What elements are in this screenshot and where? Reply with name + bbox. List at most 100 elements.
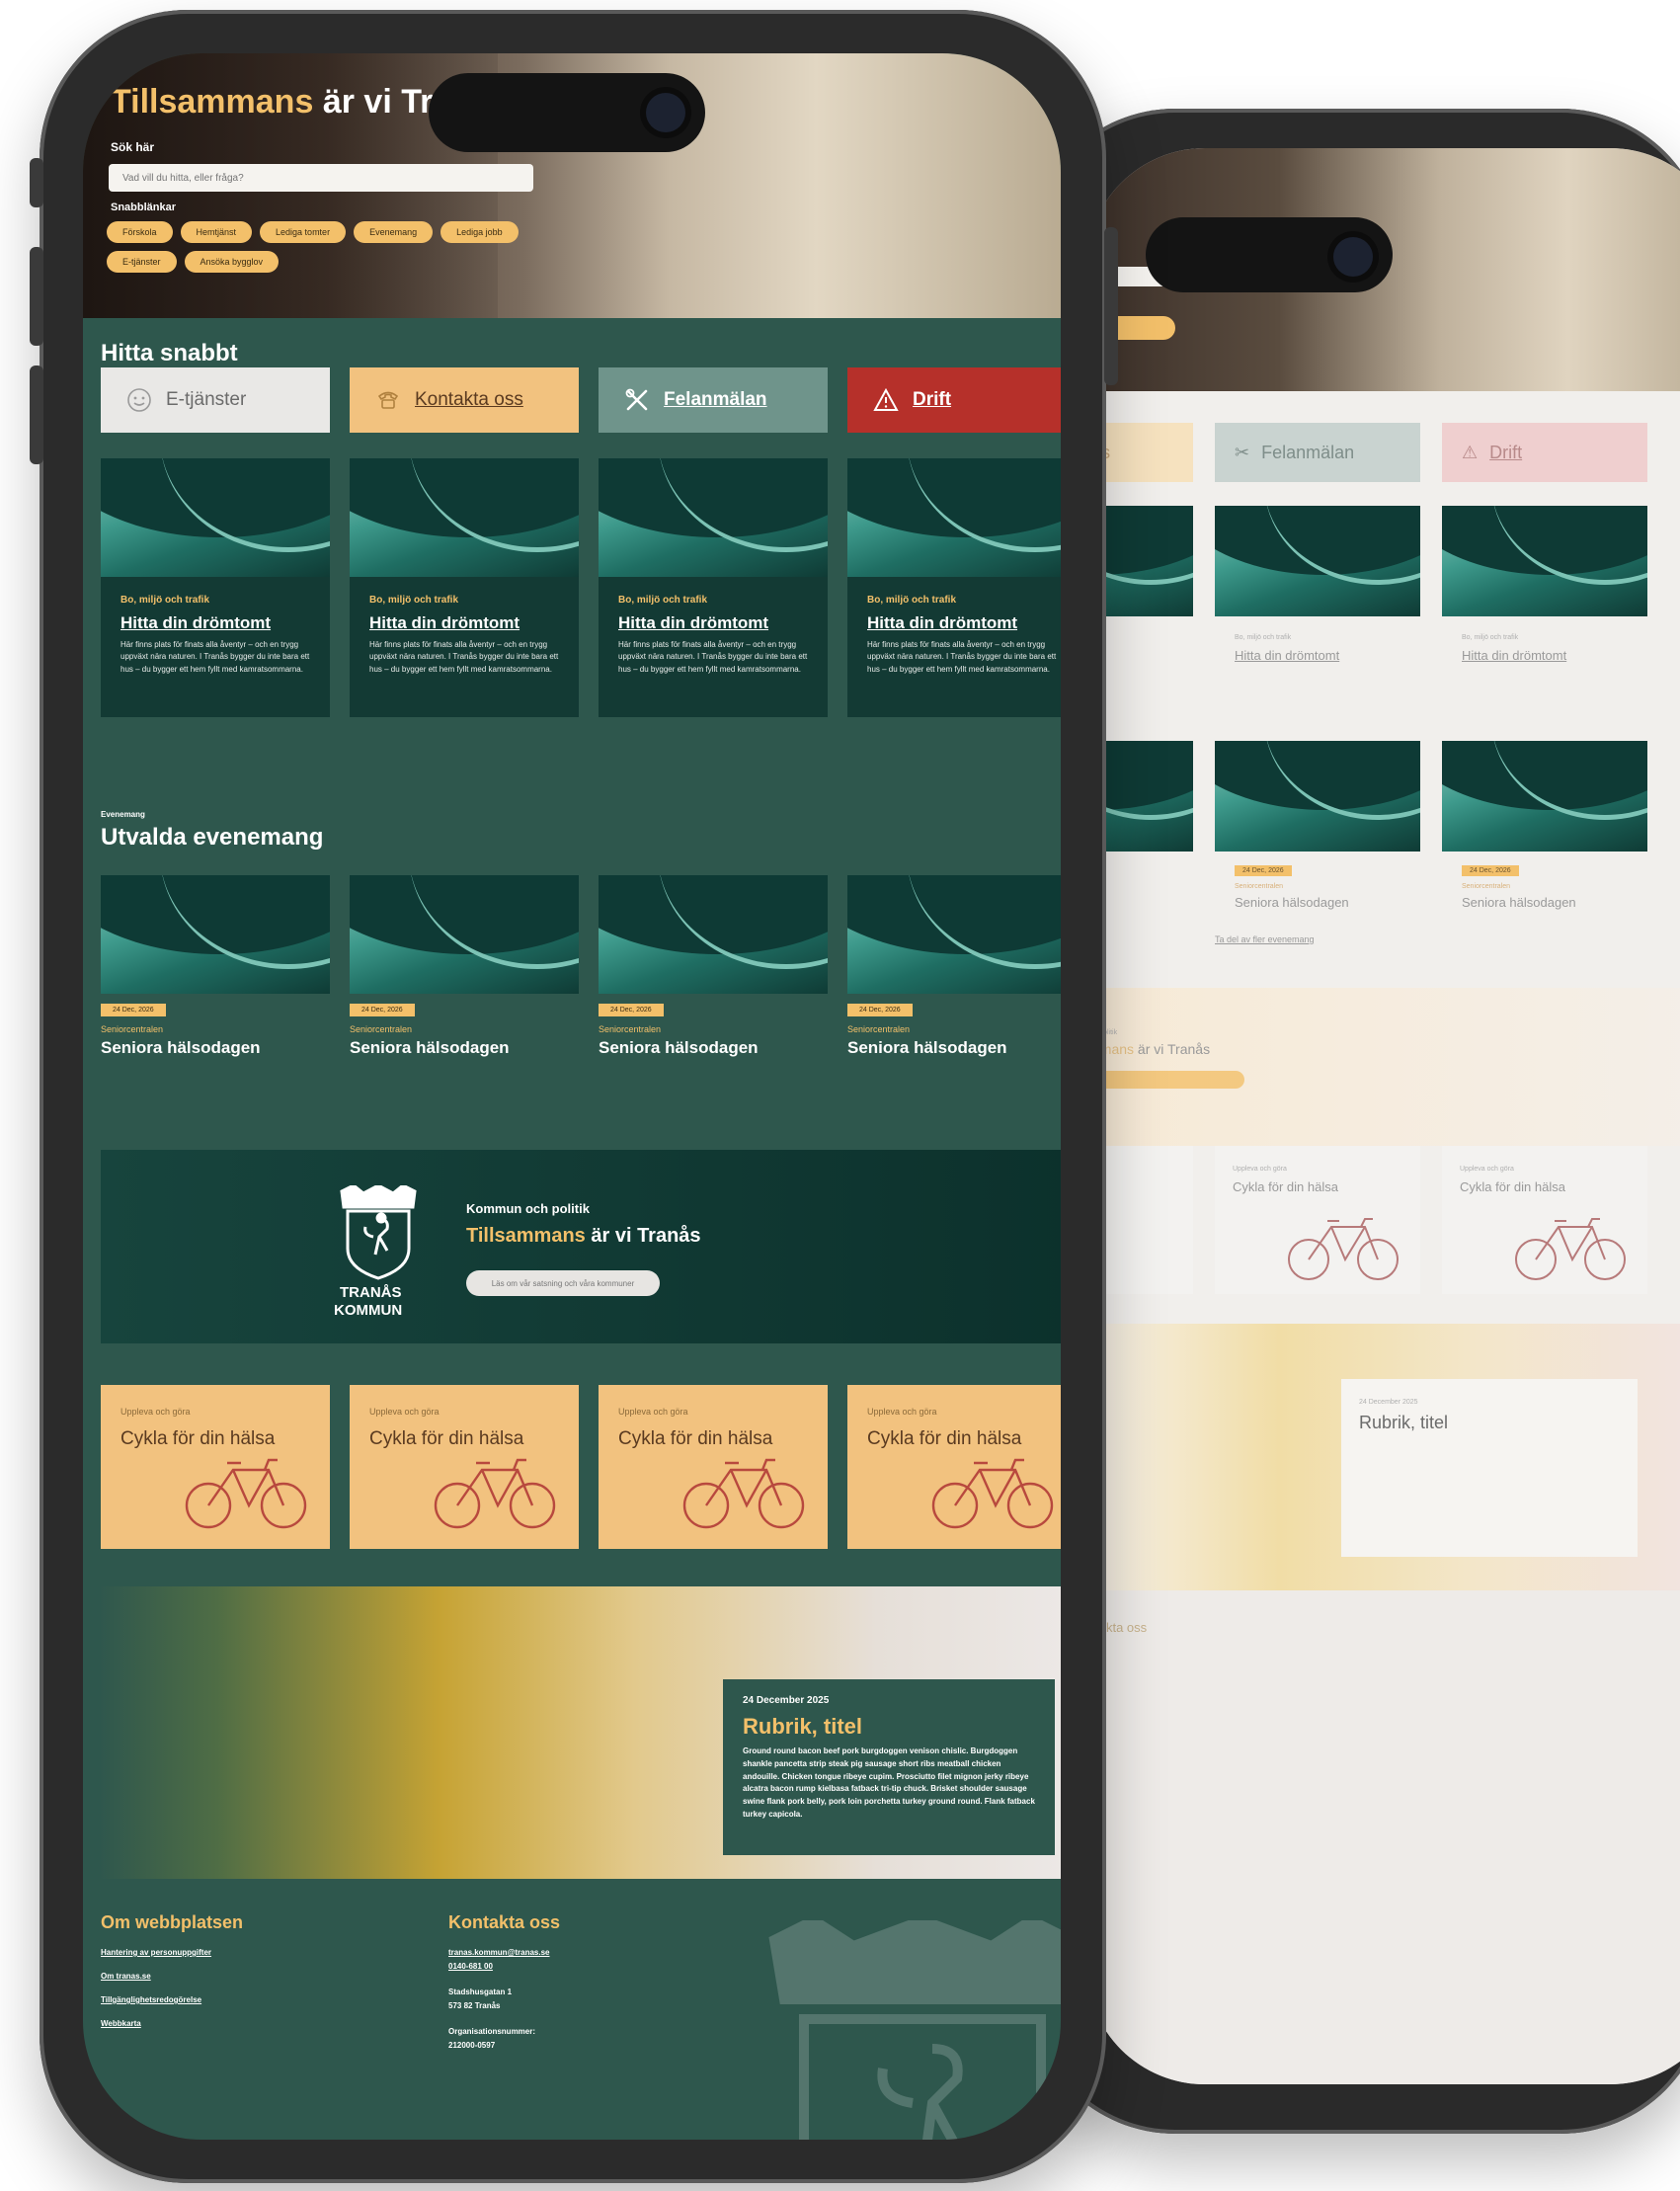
volume-up-button xyxy=(30,247,43,346)
quick-link-chip[interactable]: Lediga tomter xyxy=(260,221,347,243)
footer-phone-link[interactable]: 0140-681 00 xyxy=(448,1962,493,1971)
feature-date: 24 December 2025 xyxy=(743,1695,830,1706)
footer-email-link[interactable]: tranas.kommun@tranas.se xyxy=(448,1948,550,1957)
footer-contact-title: Kontakta oss xyxy=(448,1912,561,1932)
card-description: Här finns plats för finats alla åventyr … xyxy=(369,640,559,674)
event-category: Seniorcentralen xyxy=(599,1024,662,1034)
dynamic-island xyxy=(429,73,705,152)
back-card-title[interactable]: Hitta din drömtomt xyxy=(1462,648,1566,663)
action-button xyxy=(30,158,43,207)
quick-links-label: Snabblänkar xyxy=(111,202,177,213)
quick-link-chip[interactable]: Evenemang xyxy=(354,221,434,243)
municipality-banner: TRANÅS KOMMUN Kommun och politik Tillsam… xyxy=(101,1150,1061,1343)
quick-link-chip[interactable]: Lediga jobb xyxy=(440,221,519,243)
drift-button[interactable]: Drift xyxy=(847,367,1061,433)
footer-link[interactable]: Hantering av personuppgifter xyxy=(101,1948,211,1957)
back-banner-button[interactable] xyxy=(1086,1071,1244,1089)
back-activity-card[interactable]: Uppleva och göra Cykla för din hälsa xyxy=(1442,1146,1647,1294)
quick-links: Förskola Hemtjänst Lediga tomter Evenema… xyxy=(107,221,521,273)
quick-find-title: Hitta snabbt xyxy=(101,340,238,366)
event-image xyxy=(350,875,579,994)
search-input[interactable] xyxy=(109,164,533,192)
back-event-date: 24 Dec, 2026 xyxy=(1462,865,1519,877)
warning-icon xyxy=(873,387,899,411)
info-card[interactable]: Bo, miljö och trafik Hitta din drömtomt … xyxy=(350,458,579,717)
card-title[interactable]: Hitta din drömtomt xyxy=(867,613,1057,633)
back-activity-card[interactable]: Uppleva och göra Cykla för din hälsa xyxy=(1215,1146,1420,1294)
back-all-events-link[interactable]: Ta del av fler evenemang xyxy=(1215,933,1315,946)
event-card[interactable]: 24 Dec, 2026 Seniorcentralen Seniora häl… xyxy=(847,875,1061,1058)
feature-card[interactable]: 24 December 2025 Rubrik, titel Ground ro… xyxy=(723,1679,1055,1855)
back-event-category: Seniorcentralen xyxy=(1462,883,1511,890)
back-drift-button[interactable]: ⚠ Drift xyxy=(1442,423,1647,482)
front-phone-screen: Tillsammans är vi Tranås Sök här Snabblä… xyxy=(83,53,1061,2140)
footer-link[interactable]: Tillgänglighetsredogörelse xyxy=(101,1995,201,2004)
event-image xyxy=(599,875,828,994)
banner-title: Tillsammans är vi Tranås xyxy=(466,1225,701,1247)
event-card[interactable]: 24 Dec, 2026 Seniorcentralen Seniora häl… xyxy=(599,875,828,1058)
footer-about-title: Om webbplatsen xyxy=(101,1912,244,1932)
activity-kicker: Uppleva och göra xyxy=(120,1407,191,1417)
event-title[interactable]: Seniora hälsodagen xyxy=(599,1038,828,1058)
quick-link-chip[interactable]: Förskola xyxy=(107,221,173,243)
banner-kicker: Kommun och politik xyxy=(466,1201,590,1216)
info-card[interactable]: Bo, miljö och trafik Hitta din drömtomt … xyxy=(101,458,330,717)
event-card[interactable]: 24 Dec, 2026 Seniorcentralen Seniora häl… xyxy=(350,875,579,1058)
volume-down-button xyxy=(30,365,43,464)
footer-address: Stadshusgatan 1 xyxy=(448,1988,513,1996)
bicycle-icon xyxy=(434,1458,556,1529)
card-title[interactable]: Hitta din drömtomt xyxy=(120,613,310,633)
search-label: Sök här xyxy=(111,140,155,154)
quick-link-chip[interactable]: Ansöka bygglov xyxy=(184,251,280,273)
card-image xyxy=(350,458,579,577)
event-title[interactable]: Seniora hälsodagen xyxy=(847,1038,1061,1058)
banner-button[interactable]: Läs om vår satsning och våra kommuner xyxy=(466,1270,660,1296)
coat-of-arms-watermark-icon xyxy=(768,1920,1061,2140)
report-issue-button[interactable]: Felanmälan xyxy=(599,367,828,433)
footer-link[interactable]: Webbkarta xyxy=(101,2019,141,2028)
activity-card[interactable]: Uppleva och göra Cykla för din hälsa xyxy=(350,1385,579,1549)
back-banner xyxy=(1086,988,1680,1146)
bicycle-icon xyxy=(185,1458,307,1529)
back-feature-card: 24 December 2025 Rubrik, titel xyxy=(1341,1379,1638,1557)
activity-title: Cykla för din hälsa xyxy=(867,1428,1022,1449)
info-card[interactable]: Bo, miljö och trafik Hitta din drömtomt … xyxy=(599,458,828,717)
quick-link-chip[interactable]: Hemtjänst xyxy=(180,221,253,243)
footer-link[interactable]: Om tranas.se xyxy=(101,1972,151,1981)
event-title[interactable]: Seniora hälsodagen xyxy=(350,1038,579,1058)
activity-title: Cykla för din hälsa xyxy=(369,1428,524,1449)
back-report-button[interactable]: ✂ Felanmälan xyxy=(1215,423,1420,482)
quick-link-chip[interactable]: E-tjänster xyxy=(107,251,177,273)
back-card-title[interactable]: Hitta din drömtomt xyxy=(1235,648,1339,663)
back-event-title[interactable]: Seniora hälsodagen xyxy=(1235,895,1349,910)
activity-card[interactable]: Uppleva och göra Cykla för din hälsa xyxy=(599,1385,828,1549)
activity-card[interactable]: Uppleva och göra Cykla för din hälsa xyxy=(101,1385,330,1549)
e-services-button[interactable]: E-tjänster xyxy=(101,367,330,433)
card-title[interactable]: Hitta din drömtomt xyxy=(618,613,808,633)
activity-card[interactable]: Uppleva och göra Cykla för din hälsa xyxy=(847,1385,1061,1549)
event-card[interactable]: 24 Dec, 2026 Seniorcentralen Seniora häl… xyxy=(101,875,330,1058)
footer-org-number: 212000-0597 xyxy=(448,2041,496,2050)
footer-org-label: Organisationsnummer: xyxy=(448,2027,536,2036)
bicycle-icon xyxy=(1515,1218,1626,1280)
back-event-date: 24 Dec, 2026 xyxy=(1235,865,1292,877)
back-event-category: Seniorcentralen xyxy=(1235,883,1284,890)
back-event-title[interactable]: Seniora hälsodagen xyxy=(1462,895,1576,910)
event-title[interactable]: Seniora hälsodagen xyxy=(101,1038,330,1058)
info-card[interactable]: Bo, miljö och trafik Hitta din drömtomt … xyxy=(847,458,1061,717)
feature-section: 24 December 2025 Rubrik, titel Ground ro… xyxy=(101,1586,1061,1879)
bicycle-icon xyxy=(931,1458,1054,1529)
event-date: 24 Dec, 2026 xyxy=(599,1004,664,1016)
bicycle-icon xyxy=(1288,1218,1399,1280)
card-title[interactable]: Hitta din drömtomt xyxy=(369,613,559,633)
back-event-image xyxy=(1442,741,1647,852)
card-category: Bo, miljö och trafik xyxy=(618,595,708,606)
event-category: Seniorcentralen xyxy=(350,1024,413,1034)
card-description: Här finns plats för finats alla åventyr … xyxy=(867,640,1057,674)
card-category: Bo, miljö och trafik xyxy=(369,595,459,606)
back-phone-frame: Kontakta oss ✂ Felanmälan ⚠ Drift Bo, mi… xyxy=(1027,109,1680,2134)
camera-icon xyxy=(1333,237,1373,277)
event-image xyxy=(101,875,330,994)
contact-button[interactable]: Kontakta oss xyxy=(350,367,579,433)
back-island xyxy=(1146,217,1393,292)
